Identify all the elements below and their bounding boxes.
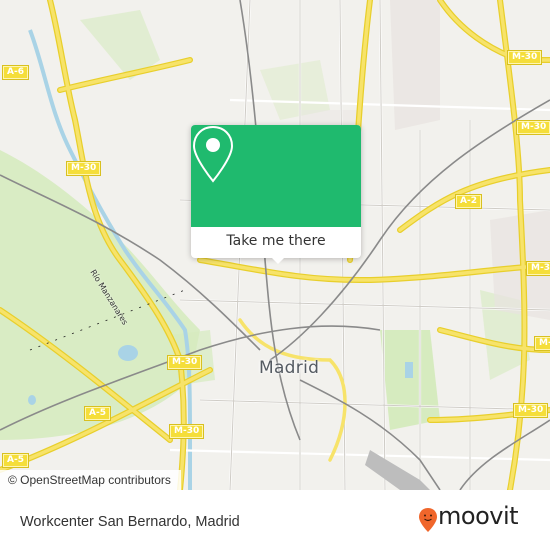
road-shield-m30: M-3: [534, 336, 550, 351]
road-shield-a2: A-2: [455, 194, 482, 209]
road-shield-m30: M-30: [65, 161, 102, 176]
moovit-smiley-pin-icon: [419, 508, 437, 532]
road-shield-m30: M-3: [526, 261, 550, 276]
road-shield-a6: A-6: [2, 65, 29, 80]
road-shield-m30: M-30: [166, 355, 203, 370]
moovit-wordmark: moovit: [438, 502, 519, 530]
take-me-there-button[interactable]: Take me there: [191, 227, 361, 258]
road-shield-m30: M-30: [168, 424, 205, 439]
popup-pointer: [269, 255, 287, 264]
osm-attribution[interactable]: © OpenStreetMap contributors: [0, 470, 181, 490]
location-pin-icon: [192, 125, 234, 183]
popup-header: [191, 125, 361, 227]
place-name: Workcenter San Bernardo, Madrid: [20, 514, 240, 530]
city-label: Madrid: [259, 358, 320, 378]
map-view[interactable]: A-6 M-30 M-30 M-30 A-2 M-30 M-30 M-30 A-…: [0, 0, 550, 490]
road-shield-m30: M-30: [515, 120, 550, 135]
road-shield-a5: A-5: [84, 406, 111, 421]
road-shield-a5: A-5: [2, 453, 29, 468]
road-shield-m30: M-30: [506, 50, 543, 65]
footer-bar: Workcenter San Bernardo, Madrid moovit: [0, 490, 550, 550]
road-shield-m30: M-30: [512, 403, 549, 418]
destination-popup: Take me there: [191, 125, 361, 258]
